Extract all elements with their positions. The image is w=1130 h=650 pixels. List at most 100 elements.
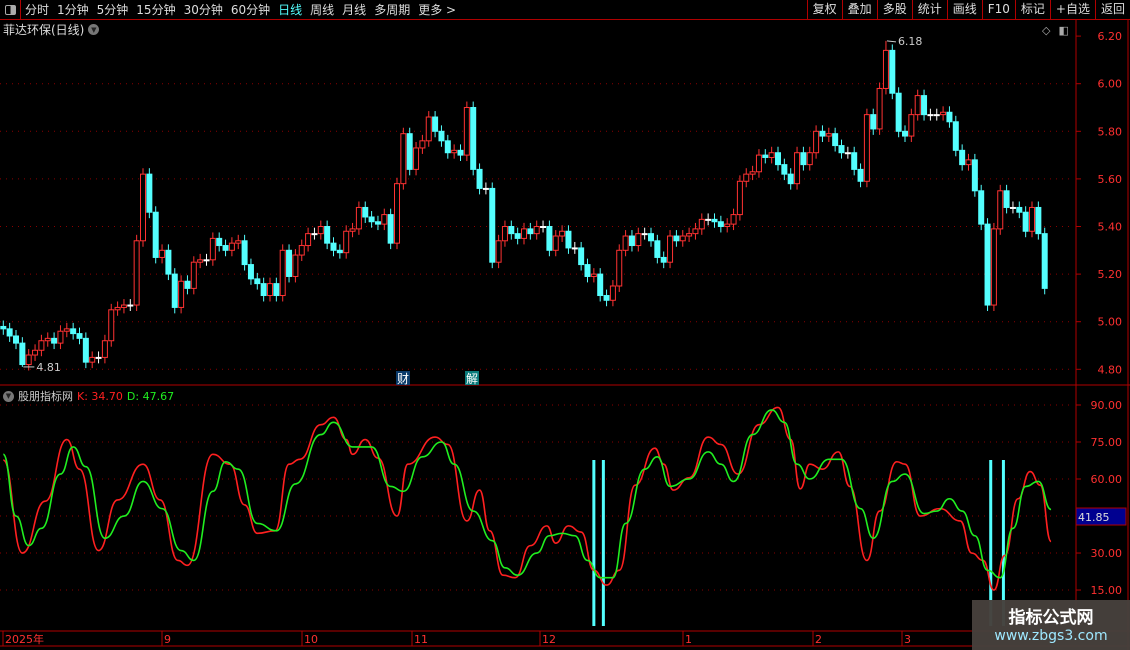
period-tab[interactable]: 多周期 xyxy=(370,1,414,18)
kdj-tick-label: 30.00 xyxy=(1091,547,1123,560)
candle xyxy=(203,259,210,262)
candle xyxy=(978,190,985,225)
candle xyxy=(1022,211,1029,232)
period-tab[interactable]: 5分钟 xyxy=(93,1,133,18)
price-tick-label: 4.80 xyxy=(1098,363,1123,376)
month-label: 10 xyxy=(304,633,318,646)
candle xyxy=(254,278,261,285)
candle xyxy=(648,233,654,242)
candle xyxy=(133,240,140,306)
candle xyxy=(679,235,686,242)
layout-toggle-icon[interactable] xyxy=(0,0,21,20)
period-tab[interactable]: 15分钟 xyxy=(132,1,179,18)
indicator-header: ▼ 股朋指标网 K: 34.70 D: 47.67 xyxy=(3,388,174,404)
candle xyxy=(298,245,305,256)
period-tab[interactable]: 月线 xyxy=(338,1,370,18)
candle xyxy=(159,249,166,258)
diamond-icon[interactable]: ◇ xyxy=(1042,24,1050,37)
candle xyxy=(6,328,13,337)
candle xyxy=(749,171,756,175)
period-tab[interactable]: 日线 xyxy=(274,1,306,18)
candle xyxy=(889,49,896,94)
candle xyxy=(559,230,566,237)
toolbar-button[interactable]: 画线 xyxy=(946,0,982,20)
candle xyxy=(406,133,413,170)
candle xyxy=(692,228,699,235)
candle xyxy=(590,273,597,277)
chevron-down-icon[interactable]: ▼ xyxy=(3,390,14,402)
candle xyxy=(101,340,108,358)
candle xyxy=(292,254,299,277)
toolbar-button[interactable]: 统计 xyxy=(911,0,947,20)
stock-title[interactable]: 菲达环保(日线) ▼ xyxy=(3,21,100,38)
period-tab[interactable]: 分时 xyxy=(21,1,53,18)
toolbar-button[interactable]: 返回 xyxy=(1094,0,1130,20)
candle xyxy=(489,187,496,263)
watermark-url: www.zbgs3.com xyxy=(994,628,1108,644)
candle xyxy=(451,149,458,154)
candle xyxy=(324,226,331,244)
period-tab[interactable]: 30分钟 xyxy=(180,1,227,18)
candle xyxy=(914,95,921,116)
candle xyxy=(628,235,635,247)
candle xyxy=(209,237,216,261)
candle xyxy=(425,116,432,142)
candle xyxy=(400,133,407,185)
period-tab[interactable]: 更多 > xyxy=(414,1,460,18)
candle xyxy=(260,283,267,297)
candle xyxy=(184,280,191,289)
stock-name: 菲达环保(日线) xyxy=(3,23,85,37)
toolbar-button[interactable]: F10 xyxy=(981,0,1015,20)
candle xyxy=(495,240,502,263)
month-label: 11 xyxy=(414,633,428,646)
candle xyxy=(444,140,451,154)
toolbar-button[interactable]: +自选 xyxy=(1049,0,1095,20)
candle xyxy=(616,249,623,287)
candle xyxy=(222,245,229,251)
kdj-tick-label: 90.00 xyxy=(1091,399,1123,412)
candle xyxy=(228,242,235,251)
month-label: 1 xyxy=(685,633,692,646)
candle xyxy=(546,226,553,251)
toolbar-button[interactable]: 复权 xyxy=(806,0,842,20)
candle xyxy=(1009,206,1016,209)
candle xyxy=(120,304,127,308)
period-tab[interactable]: 1分钟 xyxy=(53,1,93,18)
price-tick-label: 5.20 xyxy=(1098,268,1123,281)
panel-toggle-icon[interactable]: ◧ xyxy=(1058,24,1068,37)
candle xyxy=(501,226,508,242)
period-tab[interactable]: 60分钟 xyxy=(227,1,274,18)
candle xyxy=(800,152,807,166)
period-tab[interactable]: 周线 xyxy=(306,1,338,18)
candle xyxy=(876,87,883,130)
candle xyxy=(279,249,286,297)
candle xyxy=(368,216,375,223)
candle xyxy=(603,295,610,301)
candle xyxy=(609,285,616,301)
candle xyxy=(76,333,83,339)
price-tick-label: 5.80 xyxy=(1098,125,1123,138)
candle xyxy=(171,273,178,308)
candle xyxy=(863,114,870,182)
indicator-name[interactable]: 股朋指标网 xyxy=(18,388,73,404)
candle xyxy=(146,173,153,213)
candle xyxy=(660,256,667,263)
candle xyxy=(305,233,312,247)
candle xyxy=(235,240,242,244)
chevron-down-icon[interactable]: ▼ xyxy=(88,24,100,35)
candle xyxy=(819,130,826,137)
candle xyxy=(114,306,121,311)
toolbar: 分时 1分钟 5分钟 15分钟 30分钟 60分钟 日线 周线 月线 多周期 更多 > 复权 叠加 多股… xyxy=(0,0,1130,20)
toolbar-button[interactable]: 叠加 xyxy=(841,0,877,20)
candle xyxy=(851,152,858,170)
candle xyxy=(813,130,820,154)
candle xyxy=(127,304,134,307)
candle xyxy=(755,154,762,173)
candle xyxy=(247,264,254,280)
candle xyxy=(933,114,940,117)
chart-canvas[interactable]: 6.20 6.00 5.80 5.60 5.40 5.20 5.00 4.80 6.18 4.81… xyxy=(0,0,1130,650)
candle xyxy=(641,233,648,236)
candle xyxy=(1029,206,1035,232)
toolbar-button[interactable]: 多股 xyxy=(876,0,912,20)
toolbar-button[interactable]: 标记 xyxy=(1014,0,1050,20)
